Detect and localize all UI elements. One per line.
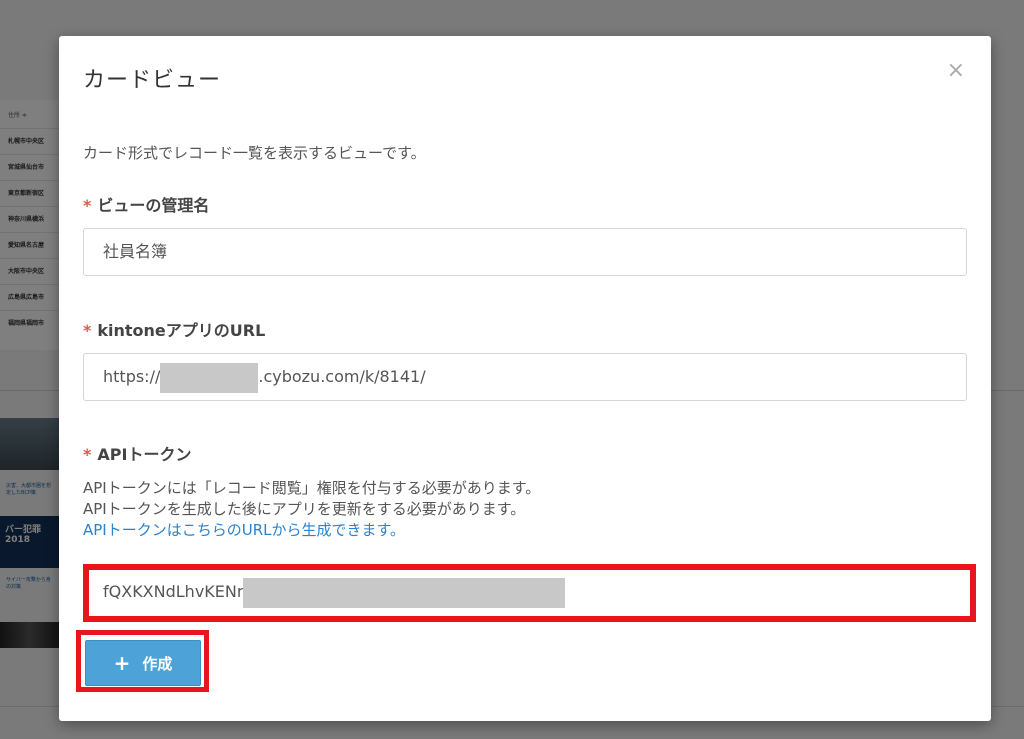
close-icon[interactable]: ×: [947, 60, 965, 82]
required-mark: *: [83, 445, 92, 464]
view-name-input[interactable]: 社員名簿: [83, 228, 967, 276]
modal-description: カード形式でレコード一覧を表示するビューです。: [83, 144, 426, 162]
app-url-input[interactable]: https:// .cybozu.com/k/8141/: [83, 353, 967, 401]
app-url-prefix: https://: [103, 367, 161, 386]
create-button-label: 作成: [142, 654, 173, 673]
create-button[interactable]: + 作成: [85, 640, 201, 686]
api-token-generate-link[interactable]: APIトークンはこちらのURLから生成できます。: [83, 520, 540, 541]
view-name-label: * ビューの管理名: [83, 192, 209, 216]
api-token-label-text: APIトークン: [97, 445, 192, 464]
required-mark: *: [83, 321, 92, 340]
card-view-modal: カードビュー × カード形式でレコード一覧を表示するビューです。 * ビューの管理…: [59, 36, 991, 721]
view-name-label-text: ビューの管理名: [97, 196, 210, 215]
app-url-label-text: kintoneアプリのURL: [97, 321, 266, 340]
redacted-block: [160, 362, 259, 393]
app-url-suffix: .cybozu.com/k/8141/: [258, 367, 426, 386]
app-url-label: * kintoneアプリのURL: [83, 317, 265, 341]
api-token-help-line: APIトークンを生成した後にアプリを更新をする必要があります。: [83, 500, 526, 518]
api-token-highlight-frame: [83, 564, 976, 622]
api-token-help: APIトークンには「レコード閲覧」権限を付与する必要があります。 APIトークン…: [83, 478, 540, 541]
view-name-value: 社員名簿: [103, 242, 168, 261]
api-token-help-line: APIトークンには「レコード閲覧」権限を付与する必要があります。: [83, 479, 541, 497]
required-mark: *: [83, 196, 92, 215]
modal-title: カードビュー: [83, 68, 222, 93]
plus-icon: +: [113, 651, 131, 675]
api-token-label: * APIトークン: [83, 441, 191, 465]
